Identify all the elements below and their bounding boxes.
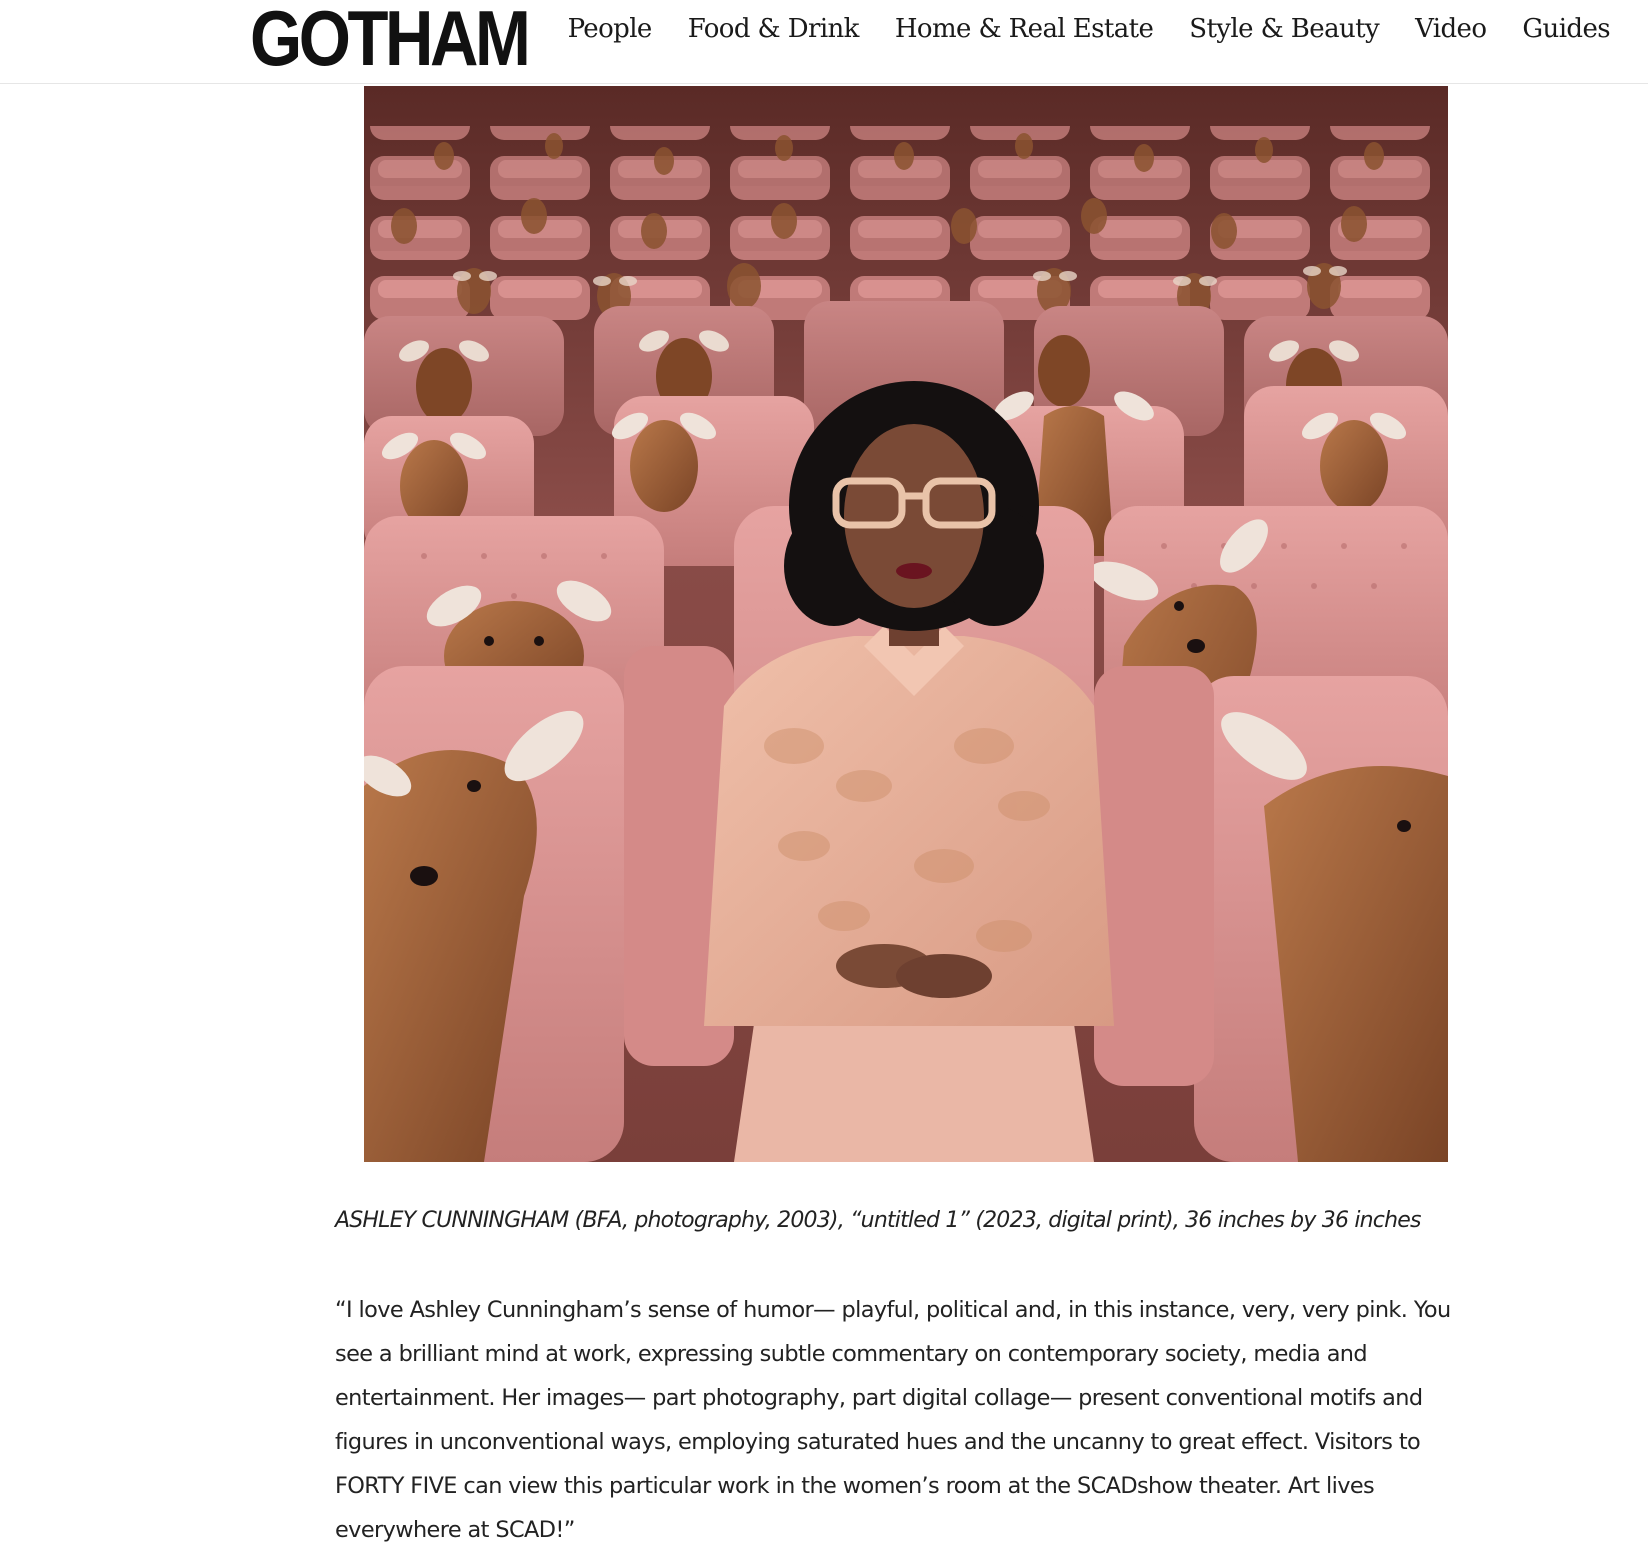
nav-item-food-drink[interactable]: Food & Drink [688,14,860,44]
quote-line: entertainment. Her images— part photogra… [335,1385,1423,1411]
quote-line: everywhere at SCAD!” [335,1517,575,1543]
quote-line: see a brilliant mind at work, expressing… [335,1341,1368,1367]
quote-line: FORTY FIVE can view this particular work… [335,1473,1375,1499]
artwork-caption: ASHLEY CUNNINGHAM (BFA, photography, 200… [335,1208,1421,1233]
artwork-illustration [364,86,1448,1162]
nav-item-home-real-estate[interactable]: Home & Real Estate [895,14,1154,44]
nav-item-guides[interactable]: Guides [1522,14,1610,44]
nav-item-video[interactable]: Video [1415,14,1487,44]
artwork-image [364,86,1448,1162]
article-quote: “I love Ashley Cunningham’s sense of hum… [335,1288,1455,1552]
site-header: GOTHAM People Food & Drink Home & Real E… [0,0,1648,84]
site-logo[interactable]: GOTHAM [250,0,531,77]
nav-item-people[interactable]: People [568,14,653,44]
nav-item-style-beauty[interactable]: Style & Beauty [1189,14,1379,44]
quote-line: figures in unconventional ways, employin… [335,1429,1421,1455]
quote-line: “I love Ashley Cunningham’s sense of hum… [335,1297,1451,1323]
main-nav: People Food & Drink Home & Real Estate S… [532,14,1611,44]
